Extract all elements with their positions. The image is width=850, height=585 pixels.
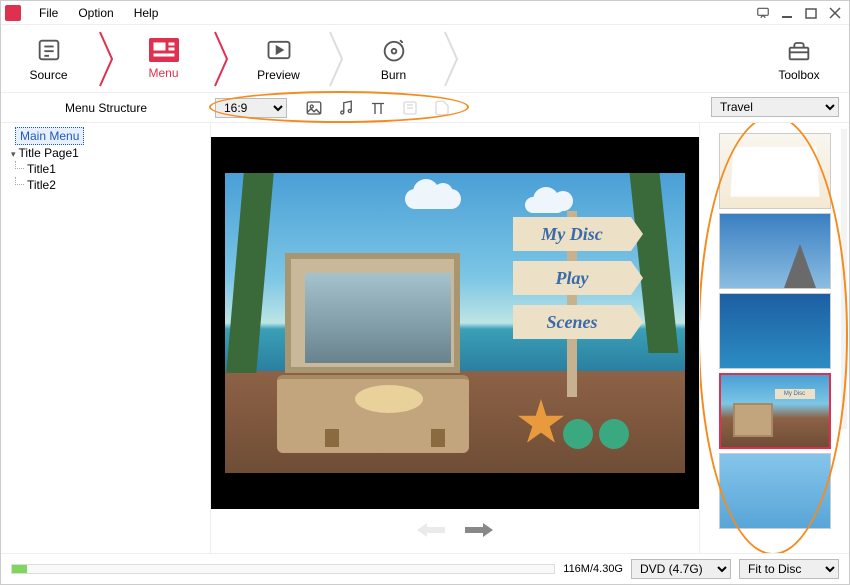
template-thumb-1[interactable] [719,133,831,209]
tree-title1[interactable]: Title1 [5,161,206,177]
template-save-icon [433,99,451,117]
toolbox-button[interactable]: Toolbox [759,36,839,82]
music-icon[interactable] [337,99,355,117]
template-thumb-2[interactable] [719,213,831,289]
template-thumb-5[interactable] [719,453,831,529]
step-menu-label: Menu [148,66,178,80]
tree-title-page[interactable]: Title Page1 [7,145,206,161]
template-panel: My Disc [699,123,849,553]
menu-button-disc[interactable]: My Disc [513,217,631,251]
feedback-icon[interactable] [753,5,773,21]
step-menu[interactable]: Menu [116,25,211,93]
disc-usage-meter [11,564,555,574]
prev-page-button [417,521,445,541]
chapter-icon [401,99,419,117]
template-scrollbar[interactable] [841,129,847,429]
step-source[interactable]: Source [1,25,96,93]
fit-select[interactable]: Fit to Disc [739,559,839,579]
minimize-button[interactable] [777,5,797,21]
tree-main-menu[interactable]: Main Menu [15,127,84,145]
menu-button-play[interactable]: Play [513,261,631,295]
menu-structure-label: Menu Structure [1,101,211,115]
background-image-icon[interactable] [305,99,323,117]
close-button[interactable] [825,5,845,21]
step-preview-label: Preview [257,68,300,82]
toolbox-label: Toolbox [778,68,819,82]
menu-help[interactable]: Help [124,6,169,20]
template-thumb-3[interactable] [719,293,831,369]
tree-title2[interactable]: Title2 [5,177,206,193]
aspect-ratio-select[interactable]: 16:9 [215,98,287,118]
next-page-button[interactable] [465,521,493,541]
menu-preview-canvas[interactable]: My Disc Play Scenes [211,137,699,509]
template-thumb-4[interactable]: My Disc [719,373,831,449]
menu-option[interactable]: Option [68,6,123,20]
app-icon [5,5,21,21]
step-source-label: Source [29,68,67,82]
menu-file[interactable]: File [29,6,68,20]
menu-structure-tree[interactable]: Main Menu Title Page1 Title1 Title2 [1,123,211,553]
disc-usage-label: 116M/4.30G [563,563,623,575]
template-category-select[interactable]: Travel [711,97,839,117]
step-preview[interactable]: Preview [231,25,326,93]
maximize-button[interactable] [801,5,821,21]
text-icon[interactable] [369,99,387,117]
menu-button-scenes[interactable]: Scenes [513,305,631,339]
step-burn[interactable]: Burn [346,25,441,93]
disc-type-select[interactable]: DVD (4.7G) [631,559,731,579]
step-burn-label: Burn [381,68,406,82]
